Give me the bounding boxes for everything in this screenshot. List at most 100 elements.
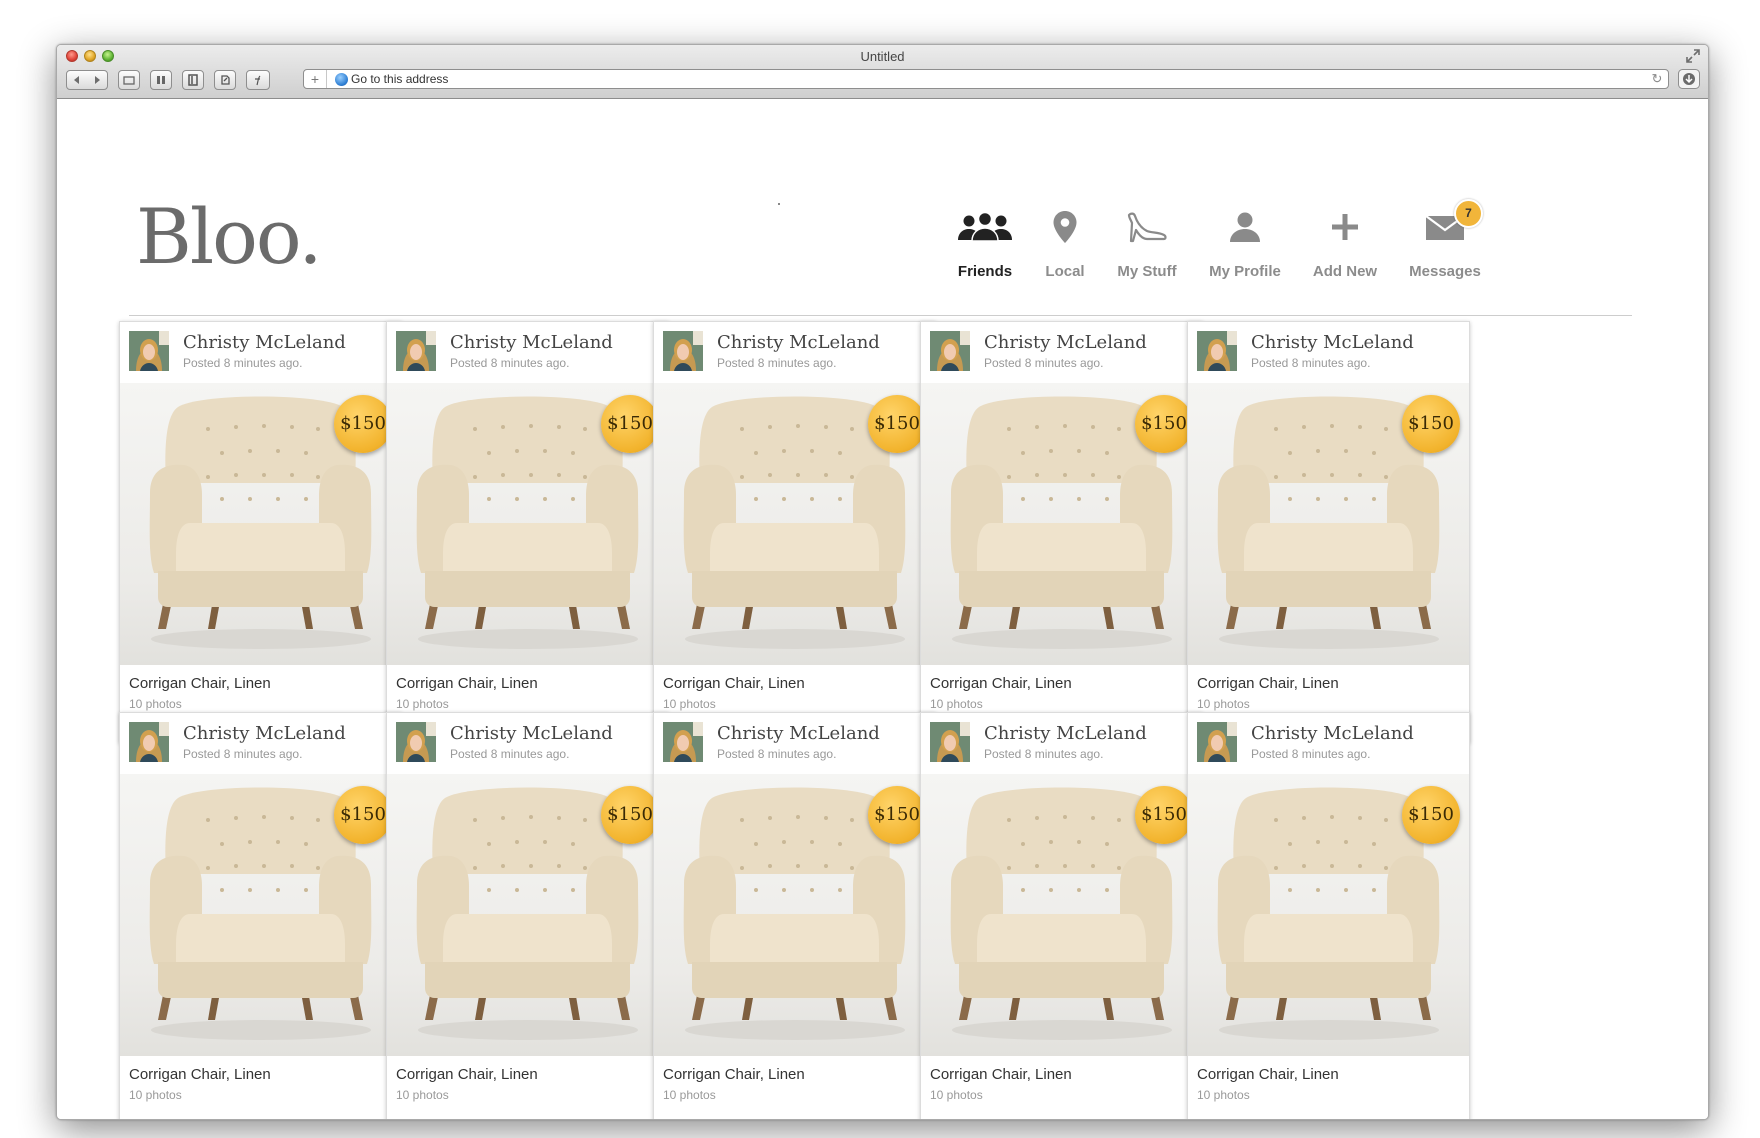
author-name[interactable]: Christy McLeland (717, 332, 880, 353)
author-name[interactable]: Christy McLeland (1251, 723, 1414, 744)
header-divider (129, 315, 1632, 316)
listing-card[interactable]: Christy McLeland Posted 8 minutes ago. $… (1187, 712, 1470, 1119)
listing-title[interactable]: Corrigan Chair, Linen (1197, 1066, 1339, 1083)
listing-title[interactable]: Corrigan Chair, Linen (663, 1066, 805, 1083)
avatar[interactable] (1197, 722, 1237, 762)
back-forward-button[interactable] (66, 70, 108, 90)
nav-my-stuff[interactable]: My Stuff (1097, 207, 1197, 280)
listing-card[interactable]: Christy McLeland Posted 8 minutes ago. $… (920, 321, 1203, 743)
reading-list-button[interactable] (182, 70, 204, 90)
avatar[interactable] (129, 722, 169, 762)
extension-button[interactable] (246, 70, 270, 90)
price-badge: $150 (1402, 395, 1460, 453)
avatar[interactable] (129, 331, 169, 371)
price-badge: $150 (1402, 786, 1460, 844)
avatar-photo (663, 331, 703, 371)
listing-title[interactable]: Corrigan Chair, Linen (930, 1066, 1072, 1083)
listing-card[interactable]: Christy McLeland Posted 8 minutes ago. $… (920, 712, 1203, 1119)
unread-count-badge: 7 (1454, 199, 1483, 228)
avatar-photo (663, 722, 703, 762)
price-badge: $150 (1135, 395, 1193, 453)
photo-count: 10 photos (663, 1088, 716, 1102)
avatar[interactable] (396, 331, 436, 371)
photo-count: 10 photos (396, 697, 449, 711)
photo-count: 10 photos (129, 697, 182, 711)
avatar-photo (1197, 331, 1237, 371)
posted-time: Posted 8 minutes ago. (984, 747, 1104, 761)
listing-title[interactable]: Corrigan Chair, Linen (930, 675, 1072, 692)
posted-time: Posted 8 minutes ago. (450, 747, 570, 761)
friends-icon (958, 212, 1012, 242)
price-badge: $150 (868, 786, 926, 844)
avatar[interactable] (1197, 331, 1237, 371)
forward-icon[interactable] (92, 75, 102, 85)
author-name[interactable]: Christy McLeland (984, 332, 1147, 353)
listing-title[interactable]: Corrigan Chair, Linen (129, 1066, 271, 1083)
nav-label: Add New (1312, 263, 1378, 280)
top-sites-button[interactable] (118, 70, 140, 90)
photo-count: 10 photos (1197, 697, 1250, 711)
posted-time: Posted 8 minutes ago. (1251, 747, 1371, 761)
fullscreen-icon[interactable] (1686, 49, 1700, 63)
listing-card[interactable]: Christy McLeland Posted 8 minutes ago. $… (653, 712, 936, 1119)
downloads-icon[interactable] (1678, 69, 1700, 89)
bookmarks-button[interactable] (150, 70, 172, 90)
listing-card[interactable]: Christy McLeland Posted 8 minutes ago. $… (653, 321, 936, 743)
high-heel-icon (1127, 212, 1167, 243)
price-badge: $150 (1135, 786, 1193, 844)
author-name[interactable]: Christy McLeland (717, 723, 880, 744)
author-name[interactable]: Christy McLeland (183, 332, 346, 353)
price-badge: $150 (601, 786, 659, 844)
author-name[interactable]: Christy McLeland (183, 723, 346, 744)
photo-count: 10 photos (930, 697, 983, 711)
listing-title[interactable]: Corrigan Chair, Linen (396, 675, 538, 692)
app-logo[interactable]: Bloo. (136, 199, 322, 275)
stray-dot (778, 203, 780, 205)
posted-time: Posted 8 minutes ago. (717, 356, 837, 370)
listing-card[interactable]: Christy McLeland Posted 8 minutes ago. $… (1187, 321, 1470, 743)
browser-toolbar: Untitled + Go to this address ↻ (57, 45, 1708, 99)
listing-card[interactable]: Christy McLeland Posted 8 minutes ago. $… (119, 712, 402, 1119)
listing-title[interactable]: Corrigan Chair, Linen (396, 1066, 538, 1083)
listing-title[interactable]: Corrigan Chair, Linen (129, 675, 271, 692)
globe-icon (335, 72, 348, 86)
listing-card[interactable]: Christy McLeland Posted 8 minutes ago. $… (119, 321, 402, 743)
nav-add-new[interactable]: Add New (1295, 207, 1395, 280)
photo-count: 10 photos (129, 1088, 182, 1102)
avatar-photo (930, 331, 970, 371)
listing-title[interactable]: Corrigan Chair, Linen (663, 675, 805, 692)
nav-messages[interactable]: 7 Messages (1395, 199, 1495, 280)
person-icon (1230, 212, 1260, 242)
author-name[interactable]: Christy McLeland (1251, 332, 1414, 353)
listing-card[interactable]: Christy McLeland Posted 8 minutes ago. $… (386, 712, 669, 1119)
listing-title[interactable]: Corrigan Chair, Linen (1197, 675, 1339, 692)
nav-my-profile[interactable]: My Profile (1195, 207, 1295, 280)
back-icon[interactable] (72, 75, 82, 85)
author-name[interactable]: Christy McLeland (450, 332, 613, 353)
listing-card[interactable]: Christy McLeland Posted 8 minutes ago. $… (386, 321, 669, 743)
avatar[interactable] (930, 331, 970, 371)
book-icon (157, 76, 165, 84)
nav-label: My Stuff (1117, 263, 1177, 280)
address-input[interactable]: Go to this address (351, 72, 1646, 86)
photo-count: 10 photos (930, 1088, 983, 1102)
avatar[interactable] (663, 722, 703, 762)
share-button[interactable] (214, 70, 236, 90)
posted-time: Posted 8 minutes ago. (183, 356, 303, 370)
page-content: Bloo. Friends Local My Stuff My Profile … (57, 99, 1708, 1119)
price-badge: $150 (334, 786, 392, 844)
add-bookmark-icon[interactable]: + (304, 70, 327, 88)
address-bar[interactable]: + Go to this address ↻ (303, 69, 1669, 89)
nav-label: My Profile (1209, 263, 1281, 280)
plus-icon (1332, 214, 1358, 240)
posted-time: Posted 8 minutes ago. (183, 747, 303, 761)
author-name[interactable]: Christy McLeland (984, 723, 1147, 744)
avatar[interactable] (663, 331, 703, 371)
posted-time: Posted 8 minutes ago. (984, 356, 1104, 370)
reload-icon[interactable]: ↻ (1646, 71, 1668, 87)
author-name[interactable]: Christy McLeland (450, 723, 613, 744)
avatar[interactable] (930, 722, 970, 762)
posted-time: Posted 8 minutes ago. (1251, 356, 1371, 370)
share-icon (221, 75, 230, 85)
avatar[interactable] (396, 722, 436, 762)
